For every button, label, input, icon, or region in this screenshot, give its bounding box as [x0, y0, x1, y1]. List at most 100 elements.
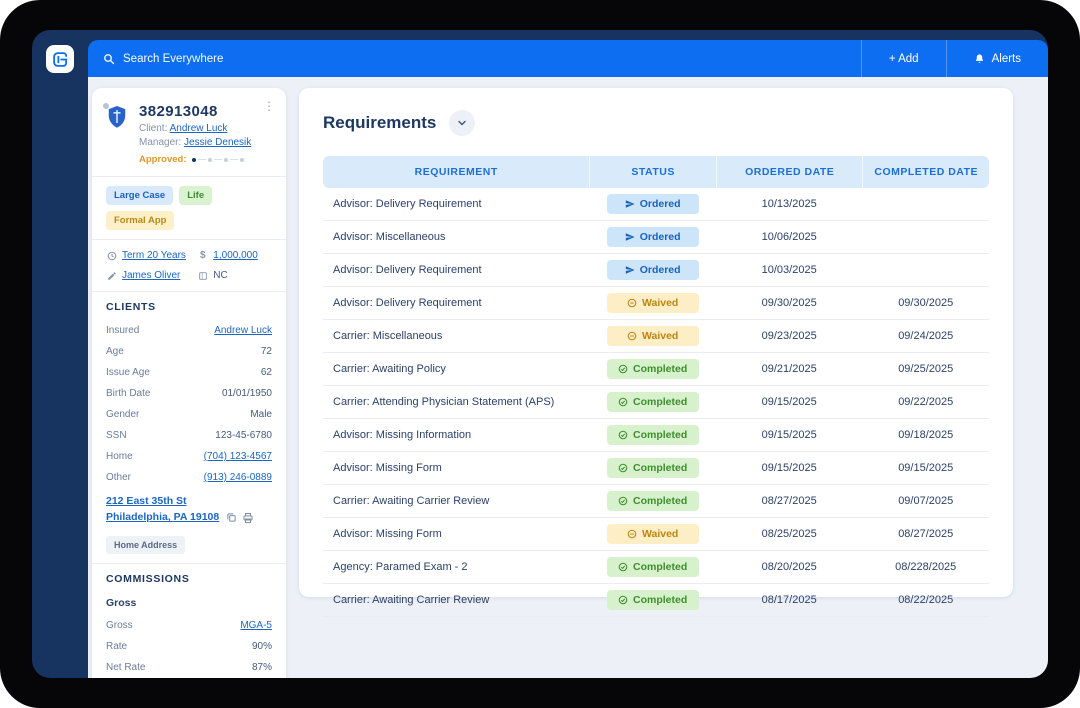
- commissions-subheader: Gross: [106, 597, 272, 609]
- approved-label: Approved:: [139, 154, 187, 165]
- requirement-row[interactable]: Agency: Paramed Exam - 2Completed08/20/2…: [323, 551, 989, 584]
- manager-link[interactable]: Jessie Denesik: [184, 137, 251, 148]
- check-circle-icon: [618, 496, 628, 506]
- requirement-row[interactable]: Advisor: Delivery RequirementOrdered10/0…: [323, 254, 989, 287]
- status-label: Completed: [633, 594, 687, 606]
- approved-progress: [192, 158, 244, 162]
- requirement-row[interactable]: Carrier: Awaiting Carrier ReviewComplete…: [323, 485, 989, 518]
- case-tag: Large Case: [106, 186, 173, 205]
- completed-date-cell: 08/22/2025: [862, 584, 989, 617]
- requirement-row[interactable]: Carrier: Awaiting Carrier Review Complete…: [323, 584, 989, 617]
- field-value-link[interactable]: (913) 246-0889: [204, 472, 272, 483]
- column-header-completed-date: COMPLETED DATE: [862, 156, 989, 188]
- field-row: Net Rate 87%: [106, 662, 272, 673]
- requirement-row[interactable]: Carrier: Awaiting PolicyCompleted09/21/2…: [323, 353, 989, 386]
- send-icon: [625, 199, 635, 209]
- app-logo[interactable]: [46, 45, 74, 73]
- requirement-row[interactable]: Carrier: MiscellaneousWaived09/23/202509…: [323, 320, 989, 353]
- completed-date-cell: 09/24/2025: [862, 320, 989, 353]
- ordered-date-cell: 08/25/2025: [716, 518, 863, 551]
- case-tag: Life: [179, 186, 212, 205]
- requirement-name-cell: Advisor: Missing Form: [323, 518, 589, 551]
- shield-icon: [106, 103, 130, 165]
- kebab-menu-icon[interactable]: ⋮: [260, 97, 278, 115]
- manager-label: Manager:: [139, 137, 181, 148]
- field-label: Home: [106, 451, 133, 462]
- status-label: Completed: [633, 462, 687, 474]
- writing-agent-link[interactable]: James Oliver: [122, 270, 180, 281]
- divider: [92, 239, 286, 240]
- requirement-row[interactable]: Advisor: MiscellaneousOrdered10/06/2025: [323, 221, 989, 254]
- ordered-date-cell: 09/23/2025: [716, 320, 863, 353]
- amount-link[interactable]: 1,000,000: [213, 250, 258, 261]
- status-label: Ordered: [640, 231, 681, 243]
- check-circle-icon: [618, 562, 628, 572]
- field-value-link[interactable]: (704) 123-4567: [204, 451, 272, 462]
- client-line: Client: Andrew Luck: [139, 123, 251, 134]
- status-cell: Completed: [589, 386, 716, 419]
- status-badge: Completed: [607, 491, 699, 511]
- printer-icon[interactable]: [242, 512, 254, 524]
- completed-date-cell: 09/25/2025: [862, 353, 989, 386]
- commissions-section: COMMISSIONS Gross GrossMGA-5Rate90%Net R…: [106, 573, 272, 678]
- term-link[interactable]: Term 20 Years: [122, 250, 186, 261]
- completed-date-cell: [862, 188, 989, 221]
- requirement-row[interactable]: Advisor: Delivery RequirementWaived09/30…: [323, 287, 989, 320]
- requirement-row[interactable]: Advisor: Missing FormWaived08/25/202508/…: [323, 518, 989, 551]
- chevron-down-icon: [456, 117, 468, 129]
- requirements-panel: Requirements REQUIREMENT STATUS: [299, 88, 1013, 597]
- field-value-link[interactable]: MGA-5: [240, 620, 272, 631]
- collapse-requirements-button[interactable]: [449, 110, 475, 136]
- completed-date-cell: 09/30/2025: [862, 287, 989, 320]
- field-label: Net Rate: [106, 662, 145, 673]
- status-cell: Completed: [589, 584, 716, 617]
- column-header-status: STATUS: [589, 156, 716, 188]
- field-value: 87%: [252, 662, 272, 673]
- requirements-table: REQUIREMENT STATUS ORDERED DATE COMPLETE…: [323, 156, 989, 617]
- add-button[interactable]: + Add: [861, 40, 946, 77]
- topbar-actions: + Add Alerts: [861, 40, 1048, 77]
- status-cell: Ordered: [589, 221, 716, 254]
- pencil-icon: [106, 271, 117, 281]
- requirement-row[interactable]: Advisor: Delivery RequirementOrdered10/1…: [323, 188, 989, 221]
- clock-icon: [106, 251, 117, 261]
- completed-date-cell: 08/27/2025: [862, 518, 989, 551]
- status-badge: Waived: [607, 326, 699, 346]
- client-link[interactable]: Andrew Luck: [170, 123, 228, 134]
- case-panel: 382913048 Client: Andrew Luck Manager: J…: [92, 88, 286, 678]
- clients-fields: InsuredAndrew LuckAge72Issue Age62Birth …: [106, 325, 272, 483]
- requirement-name-cell: Carrier: Awaiting Policy: [323, 353, 589, 386]
- client-label: Client:: [139, 123, 167, 134]
- requirement-row[interactable]: Advisor: Missing InformationCompleted09/…: [323, 419, 989, 452]
- status-cell: Completed: [589, 452, 716, 485]
- field-value: 01/01/1950: [222, 388, 272, 399]
- table-header-row: REQUIREMENT STATUS ORDERED DATE COMPLETE…: [323, 156, 989, 188]
- status-label: Waived: [642, 297, 678, 309]
- requirement-row[interactable]: Advisor: Missing FormCompleted09/15/2025…: [323, 452, 989, 485]
- check-circle-icon: [618, 595, 628, 605]
- status-badge: Completed: [607, 425, 699, 445]
- commissions-section-title: COMMISSIONS: [106, 573, 272, 585]
- requirement-row[interactable]: Carrier: Attending Physician Statement (…: [323, 386, 989, 419]
- address-link[interactable]: 212 East 35th St Philadelphia, PA 19108: [106, 493, 219, 526]
- field-row: InsuredAndrew Luck: [106, 325, 272, 336]
- completed-date-cell: 08/228/2025: [862, 551, 989, 584]
- completed-date-cell: [862, 254, 989, 287]
- copy-icon[interactable]: [226, 512, 237, 524]
- status-badge: Completed: [607, 392, 699, 412]
- field-value-link[interactable]: Andrew Luck: [214, 325, 272, 336]
- status-badge: Ordered: [607, 194, 699, 214]
- presence-dot-icon: [103, 103, 109, 109]
- status-cell: Completed: [589, 419, 716, 452]
- requirement-name-cell: Carrier: Awaiting Carrier Review: [323, 584, 589, 617]
- alerts-button[interactable]: Alerts: [946, 40, 1048, 77]
- policy-term-item: Term 20 Years: [106, 250, 197, 261]
- field-label: Age: [106, 346, 124, 357]
- field-row: Other(913) 246-0889: [106, 472, 272, 483]
- requirements-table-body: Advisor: Delivery RequirementOrdered10/1…: [323, 188, 989, 617]
- status-badge: Completed: [607, 458, 699, 478]
- global-search[interactable]: [88, 40, 861, 77]
- field-label: Gender: [106, 409, 139, 420]
- search-input[interactable]: [123, 53, 846, 65]
- ordered-date-cell: 08/27/2025: [716, 485, 863, 518]
